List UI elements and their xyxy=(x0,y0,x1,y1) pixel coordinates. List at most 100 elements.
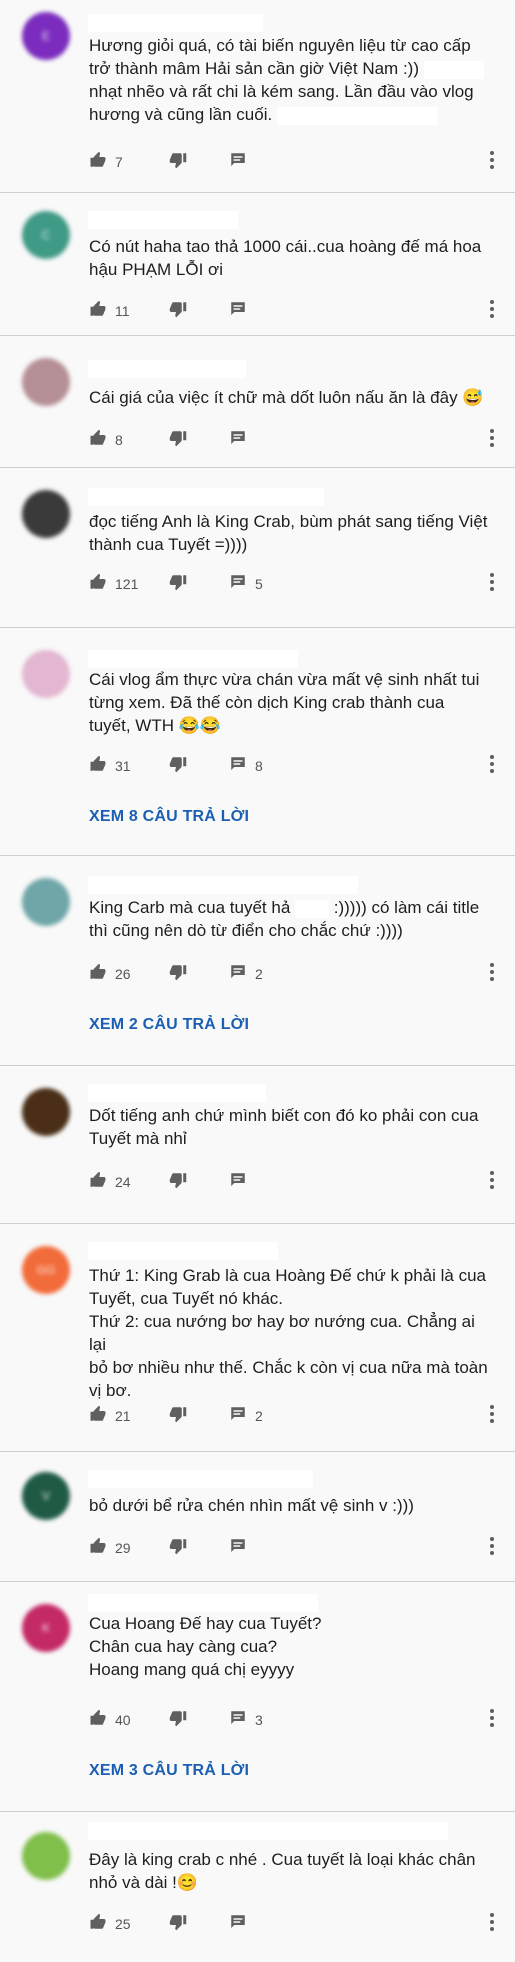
like-button[interactable]: 31 xyxy=(89,754,131,778)
comment-text: Cua Hoang Đế hay cua Tuyết? Chân cua hay… xyxy=(89,1612,489,1681)
dislike-button[interactable] xyxy=(169,572,187,596)
more-options-button[interactable] xyxy=(489,1170,505,1194)
like-button[interactable]: 21 xyxy=(89,1404,131,1428)
avatar[interactable] xyxy=(22,878,70,926)
comment-icon xyxy=(229,1537,247,1560)
more-options-button[interactable] xyxy=(489,299,505,323)
more-options-button[interactable] xyxy=(489,150,505,174)
avatar[interactable]: GG xyxy=(22,1246,70,1294)
reply-button[interactable]: 5 xyxy=(229,572,263,596)
more-options-button[interactable] xyxy=(489,428,505,452)
reply-button[interactable] xyxy=(229,428,247,452)
comment-line: trở thành mâm Hải sản cần giờ Việt Nam :… xyxy=(89,57,489,80)
comment-line: Tuyết mà nhỉ xyxy=(89,1129,187,1148)
avatar[interactable] xyxy=(22,1832,70,1880)
reply-count: 3 xyxy=(255,1712,263,1728)
comment-actions: 31 8 xyxy=(89,754,509,778)
thumbs-up-icon xyxy=(89,755,107,778)
like-button[interactable]: 24 xyxy=(89,1170,131,1194)
comment-text: King Carb mà cua tuyết hả :))))) có làm … xyxy=(89,896,489,942)
comment-actions: 40 3 xyxy=(89,1708,509,1732)
comment-actions: 29 xyxy=(89,1536,509,1560)
comment-actions: 24 xyxy=(89,1170,509,1194)
author-name-redacted xyxy=(88,360,246,378)
like-button[interactable]: 11 xyxy=(89,299,130,323)
like-button[interactable]: 7 xyxy=(89,150,123,174)
dislike-button[interactable] xyxy=(169,1912,187,1936)
dislike-button[interactable] xyxy=(169,1404,187,1428)
thumbs-down-icon xyxy=(169,573,187,596)
more-options-button[interactable] xyxy=(489,1912,505,1936)
view-replies-link[interactable]: XEM 8 CÂU TRẢ LỜI xyxy=(89,808,249,826)
comment-icon xyxy=(229,1405,247,1428)
author-name-redacted xyxy=(88,650,298,668)
avatar[interactable]: C xyxy=(22,211,70,259)
thumbs-up-icon xyxy=(89,1709,107,1732)
reply-button[interactable]: 3 xyxy=(229,1708,263,1732)
more-options-button[interactable] xyxy=(489,572,505,596)
reply-button[interactable]: 8 xyxy=(229,754,263,778)
thumbs-down-icon xyxy=(169,755,187,778)
dislike-button[interactable] xyxy=(169,1170,187,1194)
comment-icon xyxy=(229,963,247,986)
view-replies-link[interactable]: XEM 2 CÂU TRẢ LỜI xyxy=(89,1016,249,1034)
comment-text: Cái giá của việc ít chữ mà dốt luôn nấu … xyxy=(89,386,489,409)
comment-line: Dốt tiếng anh chứ mình biết con đó ko ph… xyxy=(89,1106,479,1125)
like-count: 26 xyxy=(115,966,131,982)
more-vert-icon xyxy=(489,572,495,597)
dislike-button[interactable] xyxy=(169,1708,187,1732)
thumbs-down-icon xyxy=(169,1709,187,1732)
reply-button[interactable] xyxy=(229,1912,247,1936)
comment-line: King Carb mà cua tuyết hả :))))) có làm … xyxy=(89,898,480,918)
reply-button[interactable]: 2 xyxy=(229,962,263,986)
thumbs-up-icon xyxy=(89,573,107,596)
redaction-mask xyxy=(295,899,330,918)
more-vert-icon xyxy=(489,150,495,175)
like-button[interactable]: 8 xyxy=(89,428,123,452)
avatar[interactable]: E xyxy=(22,12,70,60)
like-button[interactable]: 25 xyxy=(89,1912,131,1936)
comment-text: Đây là king crab c nhé . Cua tuyết là lo… xyxy=(89,1848,489,1894)
dislike-button[interactable] xyxy=(169,150,187,174)
view-replies-link[interactable]: XEM 3 CÂU TRẢ LỜI xyxy=(89,1762,249,1780)
thumbs-up-icon xyxy=(89,429,107,452)
like-button[interactable]: 29 xyxy=(89,1536,131,1560)
more-options-button[interactable] xyxy=(489,1708,505,1732)
dislike-button[interactable] xyxy=(169,754,187,778)
more-options-button[interactable] xyxy=(489,962,505,986)
dislike-button[interactable] xyxy=(169,1536,187,1560)
avatar[interactable] xyxy=(22,1088,70,1136)
avatar[interactable] xyxy=(22,490,70,538)
avatar[interactable]: V xyxy=(22,1472,70,1520)
reply-button[interactable]: 2 xyxy=(229,1404,263,1428)
like-button[interactable]: 40 xyxy=(89,1708,131,1732)
more-options-button[interactable] xyxy=(489,754,505,778)
dislike-button[interactable] xyxy=(169,428,187,452)
comment-card: GG Thứ 1: King Grab là cua Hoàng Đế chứ … xyxy=(0,1224,515,1452)
comment-actions: 8 xyxy=(89,428,509,452)
comment-line: thì cũng nên dò từ điển cho chắc chứ :))… xyxy=(89,921,403,940)
thumbs-down-icon xyxy=(169,300,187,323)
more-vert-icon xyxy=(489,1404,495,1429)
dislike-button[interactable] xyxy=(169,299,187,323)
more-options-button[interactable] xyxy=(489,1536,505,1560)
dislike-button[interactable] xyxy=(169,962,187,986)
reply-button[interactable] xyxy=(229,150,247,174)
like-button[interactable]: 26 xyxy=(89,962,131,986)
reply-button[interactable] xyxy=(229,1536,247,1560)
more-options-button[interactable] xyxy=(489,1404,505,1428)
comment-actions: 21 2 xyxy=(89,1404,509,1428)
comment-line: bỏ dưới bể rửa chén nhìn mất vệ sinh v :… xyxy=(89,1496,414,1515)
comment-line: vị bơ. xyxy=(89,1381,132,1400)
avatar[interactable] xyxy=(22,358,70,406)
comment-icon xyxy=(229,151,247,174)
comment-text: bỏ dưới bể rửa chén nhìn mất vệ sinh v :… xyxy=(89,1494,489,1517)
comment-line: Hoang mang quá chị eyyyy xyxy=(89,1660,295,1679)
reply-button[interactable] xyxy=(229,299,247,323)
like-button[interactable]: 121 xyxy=(89,572,138,596)
comment-card: Cái giá của việc ít chữ mà dốt luôn nấu … xyxy=(0,336,515,468)
avatar[interactable] xyxy=(22,650,70,698)
thumbs-up-icon xyxy=(89,151,107,174)
reply-button[interactable] xyxy=(229,1170,247,1194)
avatar[interactable]: K xyxy=(22,1604,70,1652)
